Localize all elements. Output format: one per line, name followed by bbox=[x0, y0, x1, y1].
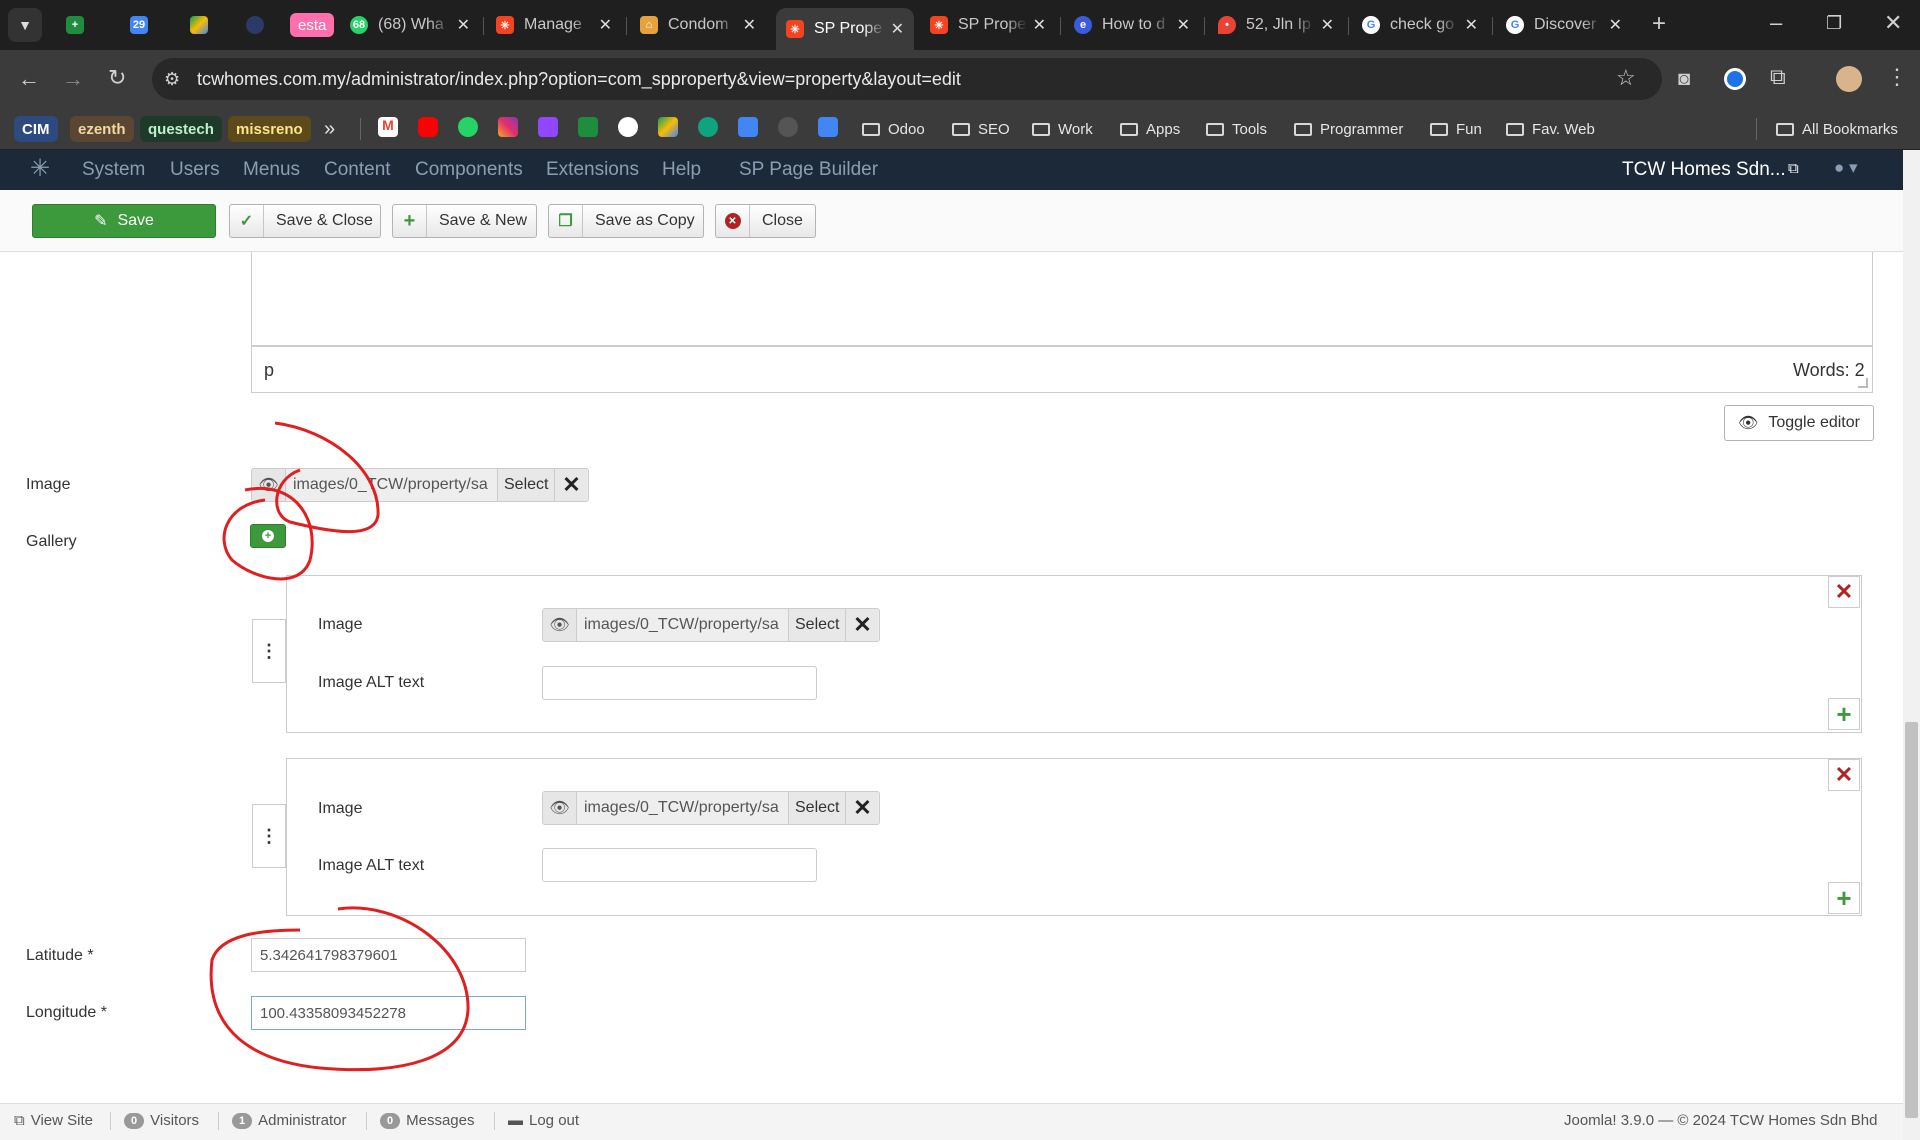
annotation-circle-gallery bbox=[222, 487, 314, 581]
view-site-link[interactable]: ⧉ View Site bbox=[14, 1112, 93, 1129]
footer-copyright: Joomla! 3.9.0 — © 2024 TCW Homes Sdn Bhd bbox=[1564, 1112, 1878, 1129]
annotation-circle-latlong bbox=[209, 906, 470, 1072]
minus-icon: ▬ bbox=[508, 1112, 523, 1129]
annotation-circle-image bbox=[274, 421, 380, 534]
visitors-status[interactable]: 0 Visitors bbox=[124, 1112, 199, 1129]
annotation-circles bbox=[209, 421, 470, 1072]
admin-status[interactable]: 1 Administrator bbox=[232, 1112, 346, 1129]
scrollbar-thumb[interactable] bbox=[1905, 722, 1918, 1118]
external-link-icon: ⧉ bbox=[14, 1112, 25, 1129]
messages-status[interactable]: 0 Messages bbox=[380, 1112, 475, 1129]
logout-link[interactable]: ▬ Log out bbox=[508, 1112, 579, 1129]
